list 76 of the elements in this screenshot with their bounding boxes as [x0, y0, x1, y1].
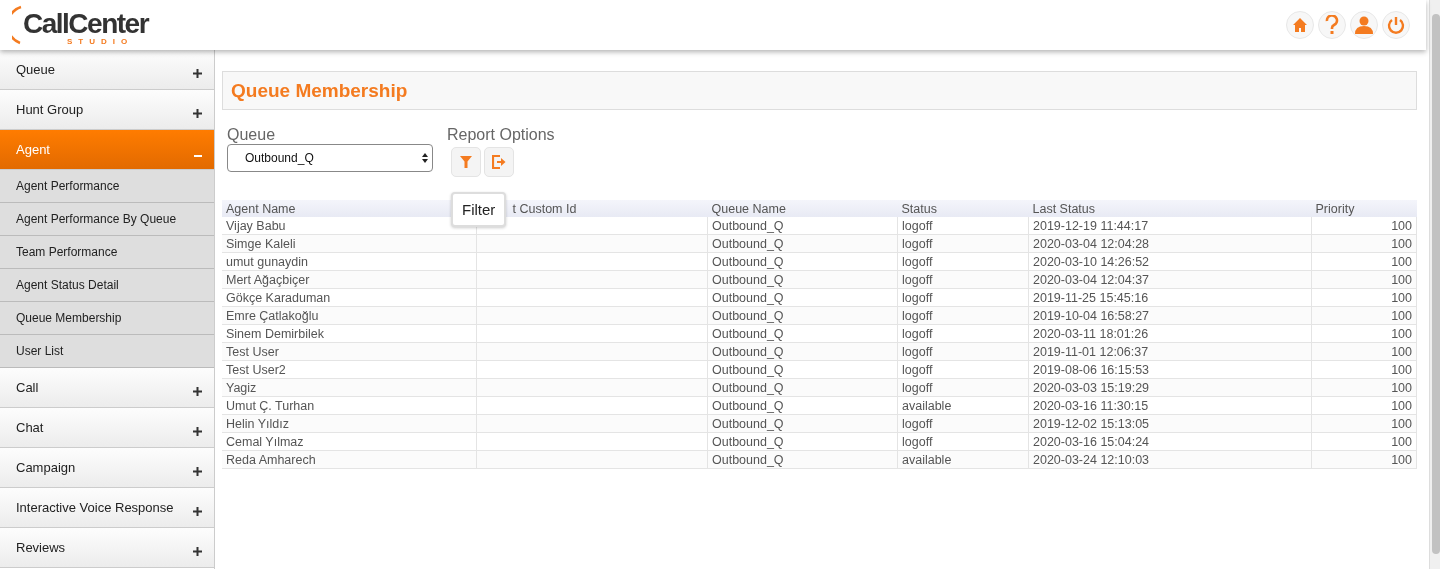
- table-cell: 2020-03-04 12:04:28: [1033, 236, 1150, 251]
- table-cell: 100: [1391, 434, 1412, 449]
- table-cell: Umut Ç. Turhan: [226, 398, 315, 413]
- table-cell: Outbound_Q: [712, 416, 784, 431]
- table-cell: 2019-08-06 16:15:53: [1033, 362, 1150, 377]
- table-cell: logoff: [902, 326, 933, 341]
- table-cell: logoff: [902, 344, 933, 359]
- table-cell: 100: [1391, 416, 1412, 431]
- table-cell: 2020-03-10 14:26:52: [1033, 254, 1150, 269]
- table-cell: 100: [1391, 254, 1412, 269]
- table-cell: 2019-11-01 12:06:37: [1033, 344, 1149, 359]
- table-cell: Outbound_Q: [712, 362, 784, 377]
- table-cell: logoff: [902, 236, 933, 251]
- table-cell: Outbound_Q: [712, 326, 784, 341]
- table-cell: 100: [1391, 380, 1412, 395]
- table-cell: 2019-12-02 15:13:05: [1033, 416, 1150, 431]
- table-cell: 100: [1391, 398, 1412, 413]
- table-cell: Mert Ağaçbiçer: [226, 272, 310, 287]
- table-cell: Reda Amharech: [226, 452, 316, 467]
- table-cell: logoff: [902, 308, 933, 323]
- table-cell: 2019-10-04 16:58:27: [1033, 308, 1150, 323]
- logo-tagline: STUDIO: [67, 37, 134, 46]
- report-options-label: Report Options: [447, 126, 555, 144]
- table-cell: 2019-12-19 11:44:17: [1033, 218, 1149, 233]
- table-cell: 100: [1391, 344, 1412, 359]
- table-cell: 100: [1391, 290, 1412, 305]
- table-cell: logoff: [902, 218, 933, 233]
- table-cell: logoff: [902, 254, 933, 269]
- table-cell: 2020-03-16 15:04:24: [1033, 434, 1150, 449]
- table-cell: Outbound_Q: [712, 398, 784, 413]
- table-cell: 100: [1391, 452, 1412, 467]
- table-cell: 100: [1391, 362, 1412, 377]
- table-cell: umut gunaydin: [226, 254, 308, 269]
- table-cell: 100: [1391, 272, 1412, 287]
- table-cell: Cemal Yılmaz: [226, 434, 304, 449]
- table-cell: available: [902, 452, 952, 467]
- table-cell: Outbound_Q: [712, 236, 784, 251]
- table-cell: 2020-03-03 15:19:29: [1033, 380, 1150, 395]
- table-cell: Test User: [226, 344, 279, 359]
- table-cell: Vijay Babu: [226, 218, 286, 233]
- table-cell: 2020-03-24 12:10:03: [1033, 452, 1150, 467]
- table-cell: Emre Çatlakoğlu: [226, 308, 319, 323]
- queue-label: Queue: [227, 126, 277, 144]
- page-title: Queue Membership: [231, 79, 408, 102]
- table-cell: 100: [1391, 218, 1412, 233]
- table-cell: Sinem Demirbilek: [226, 326, 324, 341]
- table-cell: Outbound_Q: [712, 434, 784, 449]
- table-cell: Gökçe Karaduman: [226, 290, 331, 305]
- table-cell: Outbound_Q: [712, 308, 784, 323]
- table-cell: Outbound_Q: [712, 344, 784, 359]
- table-cell: Yagiz: [226, 380, 257, 395]
- table-cell: Outbound_Q: [712, 380, 784, 395]
- table-cell: 2020-03-11 18:01:26: [1033, 326, 1149, 341]
- logo-text: CallCenter: [23, 8, 149, 39]
- table-cell: Outbound_Q: [712, 452, 784, 467]
- table-cell: 2019-11-25 15:45:16: [1033, 290, 1149, 305]
- table-cell: logoff: [902, 362, 933, 377]
- table-cell: Helin Yıldız: [226, 416, 289, 431]
- table-cell: 2020-03-04 12:04:37: [1033, 272, 1150, 287]
- table-cell: logoff: [902, 434, 933, 449]
- table-cell: logoff: [902, 290, 933, 305]
- table-cell: available: [902, 398, 952, 413]
- table-cell: 100: [1391, 326, 1412, 341]
- table-cell: 2020-03-16 11:30:15: [1033, 398, 1149, 413]
- table-cell: logoff: [902, 380, 933, 395]
- table-cell: Outbound_Q: [712, 272, 784, 287]
- table-cell: logoff: [902, 416, 933, 431]
- table-cell: Outbound_Q: [712, 254, 784, 269]
- table-cell: Outbound_Q: [712, 290, 784, 305]
- table-cell: logoff: [902, 272, 933, 287]
- table-cell: 100: [1391, 308, 1412, 323]
- table-cell: Simge Kaleli: [226, 236, 296, 251]
- filter-tooltip: Filter: [451, 192, 507, 227]
- table-cell: Outbound_Q: [712, 218, 784, 233]
- table-cell: 100: [1391, 236, 1412, 251]
- table-cell: Test User2: [226, 362, 286, 377]
